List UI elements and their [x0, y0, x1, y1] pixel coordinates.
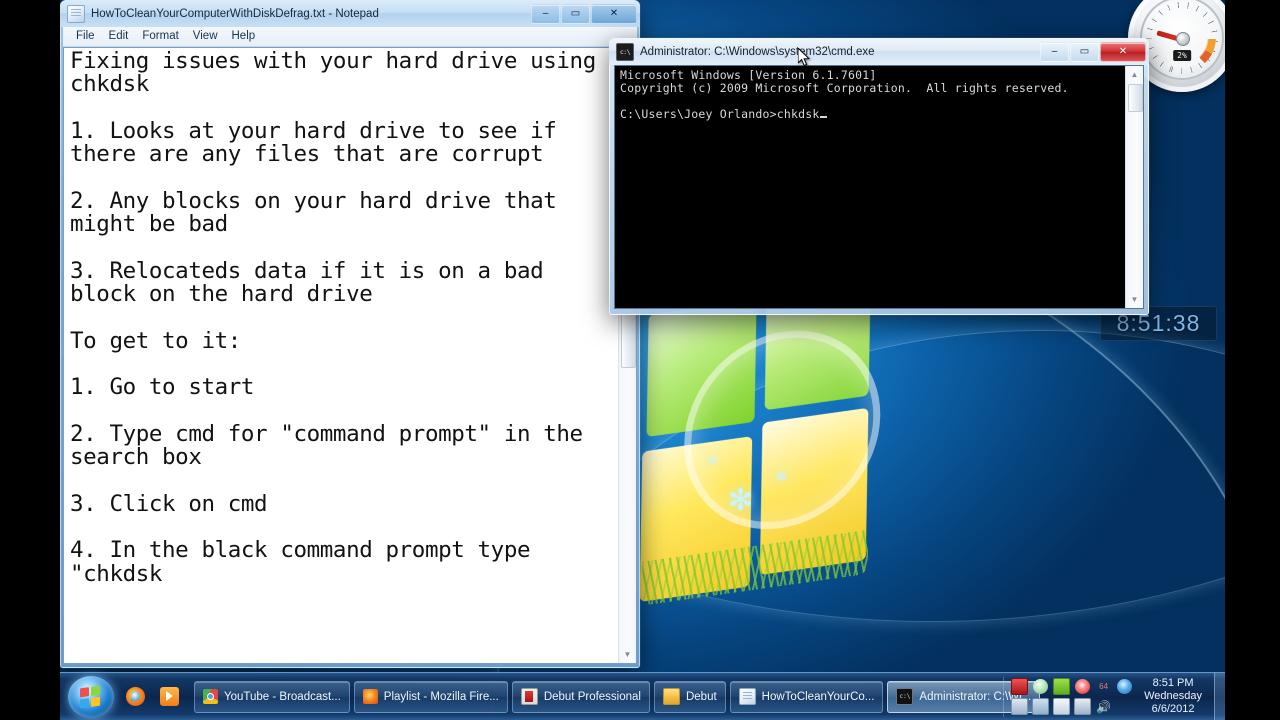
scroll-up-icon[interactable]: ▲ — [1126, 66, 1143, 83]
subtitle-tray-icon[interactable] — [1053, 678, 1071, 695]
start-button[interactable] — [68, 675, 114, 718]
taskbar-button-debut-professional[interactable]: Debut Professional — [511, 680, 650, 713]
cmd-icon: c:\ — [616, 42, 634, 61]
menu-help[interactable]: Help — [226, 29, 264, 44]
taskbar-button-label: Debut — [685, 690, 717, 703]
notepad-icon — [738, 688, 756, 705]
firefox-icon — [362, 689, 378, 704]
cmd-close-button[interactable]: ✕ — [1100, 41, 1146, 62]
cmd-scroll-thumb[interactable] — [1128, 84, 1143, 112]
64-tray-label: 64 — [1099, 682, 1109, 691]
cpu-meter-hub — [1176, 32, 1190, 46]
taskbar-button-notepad[interactable]: HowToCleanYourCo... — [729, 680, 884, 713]
cmd-maximize-button[interactable]: ▭ — [1070, 41, 1099, 62]
command-prompt-window[interactable]: c:\ Administrator: C:\Windows\system32\c… — [609, 38, 1149, 315]
scroll-down-icon[interactable]: ▼ — [619, 646, 636, 663]
notepad-title: HowToCleanYourComputerWithDiskDefrag.txt… — [91, 7, 379, 20]
notepad-body: Fixing issues with your hard drive using… — [63, 47, 637, 664]
scroll-down-icon[interactable]: ▼ — [1126, 291, 1143, 308]
firefox-icon — [125, 687, 145, 706]
cmd-minimize-button[interactable]: – — [1040, 41, 1069, 62]
flag-tray-icon[interactable] — [1053, 698, 1071, 715]
media-player-icon — [159, 687, 179, 706]
cmd-line-2: Copyright (c) 2009 Microsoft Corporation… — [620, 81, 1069, 95]
taskbar-button-label: YouTube - Broadcast... — [224, 690, 341, 703]
menu-edit[interactable]: Edit — [103, 29, 137, 44]
menu-view[interactable]: View — [187, 29, 226, 44]
firefox-quicklaunch[interactable] — [122, 682, 148, 712]
notepad-titlebar[interactable]: HowToCleanYourComputerWithDiskDefrag.txt… — [60, 0, 640, 27]
desktop[interactable]: ✻ ✻ ✻ 2% 8:51:38 HowToCleanYourComputerW… — [60, 0, 1225, 720]
cmd-icon — [896, 688, 914, 705]
taskbar-clock[interactable]: 8:51 PM Wednesday 6/6/2012 — [1140, 677, 1212, 716]
taskbar-window-buttons: YouTube - Broadcast... Playlist - Mozill… — [194, 680, 1041, 713]
media-player-quicklaunch[interactable] — [156, 682, 182, 712]
notepad-window[interactable]: HowToCleanYourComputerWithDiskDefrag.txt… — [60, 0, 640, 668]
notepad-minimize-button[interactable]: – — [531, 3, 560, 24]
cmd-prompt-line: C:\Users\Joey Orlando>chkdsk — [620, 107, 820, 121]
cmd-titlebar[interactable]: c:\ Administrator: C:\Windows\system32\c… — [609, 38, 1149, 65]
notepad-maximize-button[interactable]: ▭ — [561, 3, 590, 24]
security-tray-icon[interactable] — [1032, 698, 1050, 715]
windows-logo-icon — [80, 685, 100, 708]
display-tray-icon[interactable] — [1011, 698, 1029, 715]
taskbar-button-playlist[interactable]: Playlist - Mozilla Fire... — [353, 680, 508, 713]
notepad-close-button[interactable]: ✕ — [591, 3, 637, 24]
volume-tray-icon[interactable]: 🔊 — [1096, 699, 1111, 714]
cmd-cursor — [820, 116, 828, 118]
removable-media-tray-icon[interactable] — [1074, 698, 1092, 715]
cmd-vertical-scrollbar[interactable]: ▲ ▼ — [1125, 66, 1143, 308]
taskbar-button-label: HowToCleanYourCo... — [761, 690, 875, 703]
taskbar-button-youtube[interactable]: YouTube - Broadcast... — [194, 680, 350, 713]
show-desktop-button[interactable] — [1214, 672, 1225, 720]
cpu-meter-dial: 2% — [1140, 0, 1224, 80]
taskbar-button-debut[interactable]: Debut — [653, 680, 726, 713]
tray-icon-group: 64 🔊 — [1010, 677, 1134, 716]
chrome-icon — [203, 689, 218, 704]
menu-format[interactable]: Format — [136, 29, 186, 44]
clock-day: Wednesday — [1144, 690, 1202, 702]
cmd-line-1: Microsoft Windows [Version 6.1.7601] — [620, 68, 877, 82]
blue-arrow-tray-icon[interactable] — [1117, 679, 1133, 694]
cmd-console-output[interactable]: Microsoft Windows [Version 6.1.7601] Cop… — [615, 66, 1125, 308]
screen-root: ✻ ✻ ✻ 2% 8:51:38 HowToCleanYourComputerW… — [0, 0, 1280, 720]
taskbar[interactable]: YouTube - Broadcast... Playlist - Mozill… — [60, 672, 1225, 720]
cmd-window-controls: – ▭ ✕ — [1039, 41, 1146, 62]
sync-tray-icon[interactable] — [1033, 679, 1049, 694]
windows-logo-wallpaper — [635, 269, 882, 616]
notepad-window-controls: – ▭ ✕ — [530, 3, 637, 24]
clock-time: 8:51 PM — [1152, 677, 1194, 689]
folder-icon — [662, 688, 680, 705]
notepad-menubar: File Edit Format View Help — [63, 27, 637, 47]
system-tray[interactable]: 64 🔊 8:51 PM Wednesday 6/6/2012 — [1003, 676, 1212, 717]
taskbar-button-label: Debut Professional — [543, 690, 641, 703]
debut-icon — [520, 688, 538, 705]
notepad-text-area[interactable]: Fixing issues with your hard drive using… — [64, 48, 618, 663]
debut-tray-icon[interactable] — [1011, 678, 1029, 695]
cmd-body[interactable]: Microsoft Windows [Version 6.1.7601] Cop… — [614, 65, 1144, 309]
cpu-meter-readout: 2% — [1173, 50, 1191, 61]
avira-tray-icon[interactable] — [1075, 679, 1091, 694]
menu-file[interactable]: File — [70, 29, 103, 44]
notepad-icon — [67, 4, 85, 23]
clock-date: 6/6/2012 — [1151, 703, 1195, 715]
taskbar-button-label: Playlist - Mozilla Fire... — [383, 690, 499, 703]
cmd-title: Administrator: C:\Windows\system32\cmd.e… — [640, 45, 875, 58]
